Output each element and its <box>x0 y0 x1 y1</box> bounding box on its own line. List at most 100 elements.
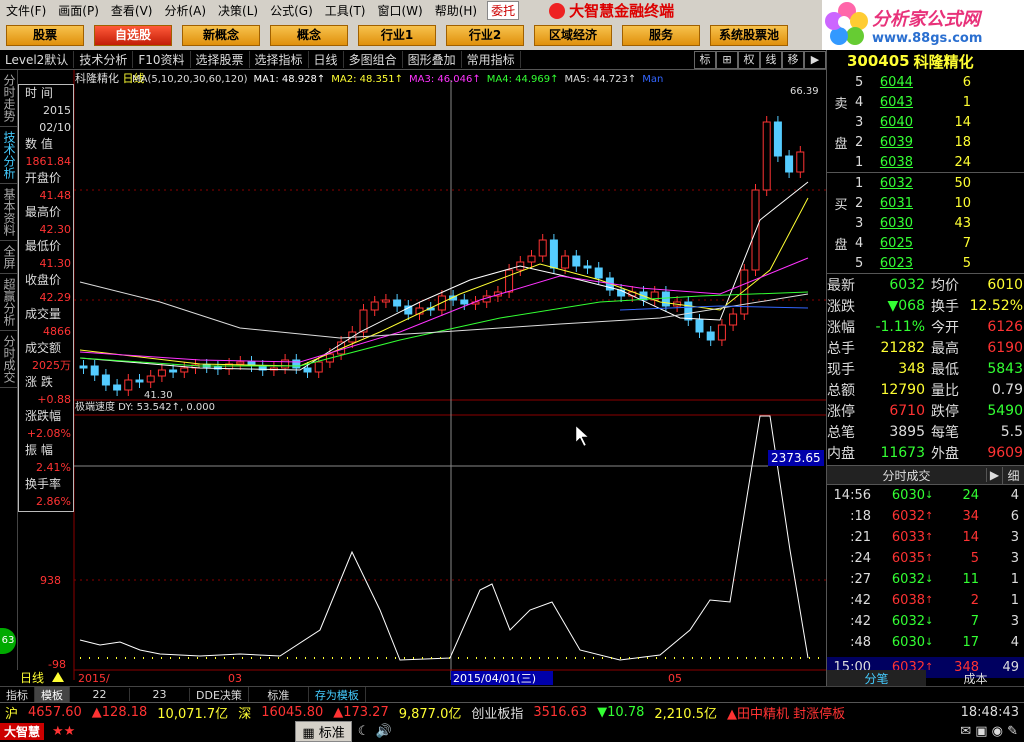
line-icon[interactable]: 线 <box>760 50 782 69</box>
site-title: 分析家公式网 <box>872 8 980 30</box>
tab-fullscreen[interactable]: 全屏 <box>0 241 18 274</box>
bottom-tab-indicator[interactable]: 指标 <box>0 686 35 703</box>
kline-chart[interactable]: 科隆精化 日线 MA(5,10,20,30,60,120) MA1: 48.928… <box>0 70 826 686</box>
play-icon[interactable]: ▶ <box>804 50 826 69</box>
nav-industry2-button[interactable]: 行业2 <box>446 25 524 46</box>
indicator-legend: 极端速度 DY: 53.542↑, 0.000 <box>75 400 215 413</box>
tick-trades-header: 分时成交 ▶ 细 <box>827 465 1024 485</box>
ticker-item: ▼10.78 <box>597 705 645 720</box>
nav-system-pool-button[interactable]: 系统股票池 <box>710 25 788 46</box>
moon-icon[interactable]: ☾ <box>358 724 370 739</box>
bottom-tab-standard[interactable]: 标准 <box>249 686 309 703</box>
tick-row: :18 6032 ↑ 34 6 <box>850 509 1019 524</box>
nav-watchlist-button[interactable]: 自选股 <box>94 25 172 46</box>
menu-window[interactable]: 窗口(W) <box>371 2 428 19</box>
grid-small-icon: ▦ <box>302 726 315 741</box>
nav-concept-button[interactable]: 概念 <box>270 25 348 46</box>
menu-screen[interactable]: 画面(P) <box>52 2 105 19</box>
buy-level-3[interactable]: 3 6030 43 <box>827 213 1024 233</box>
menu-analysis[interactable]: 分析(A) <box>158 2 212 19</box>
sell-level-1[interactable]: 1 6038 24 <box>827 152 1024 172</box>
ticker-item: 18:48:43 <box>960 705 1019 720</box>
toolbar-tech-analysis[interactable]: 技术分析 <box>74 51 134 68</box>
menu-tools[interactable]: 工具(T) <box>319 2 372 19</box>
toolbar-select-indicator[interactable]: 选择指标 <box>250 51 309 68</box>
date-label-0: 2015/ <box>78 672 110 685</box>
quote-row: 最新 6032 均价 6010 <box>827 276 1023 294</box>
tick-detail-button[interactable]: 细 <box>1002 466 1024 484</box>
quote-row: 总笔 3895 每笔 5.5 <box>827 423 1023 441</box>
status-bar: 沪 4657.60 ▲128.18 10,071.7亿深 16045.80 ▲173.27… <box>0 702 1024 742</box>
stock-code: 300405 <box>847 52 910 70</box>
cursor-info-box: 时 间 2015 02/10 数 值 1861.84 开盘价 41.48 最高价 42.30 最低… <box>18 84 74 512</box>
tab-super-analysis[interactable]: 超赢分析 <box>0 274 18 331</box>
tab-cost[interactable]: 成本 <box>926 670 1024 686</box>
buy-level-4[interactable]: 盘 4 6025 7 <box>827 233 1024 253</box>
price-low-label: 41.30 <box>144 390 173 401</box>
nav-industry1-button[interactable]: 行业1 <box>358 25 436 46</box>
info-label: 收盘价 <box>25 273 62 287</box>
quote-bottom-tabs: 分笔 成本 <box>827 670 1024 686</box>
tab-ticks[interactable]: 分笔 <box>827 670 926 686</box>
mark-icon[interactable]: 标 <box>694 50 716 69</box>
date-label-cursor: 2015/04/01(三) <box>453 672 536 685</box>
tick-expand-icon[interactable]: ▶ <box>986 468 1002 482</box>
info-value: 2.86% <box>36 495 71 508</box>
tab-intraday[interactable]: 分时走势 <box>0 70 18 127</box>
rights-icon[interactable]: 权 <box>738 50 760 69</box>
entrust-button[interactable]: 委托 <box>487 1 520 20</box>
menu-file[interactable]: 文件(F) <box>0 2 52 19</box>
order-price: 6043 <box>879 94 913 110</box>
menu-decision[interactable]: 决策(L) <box>212 2 264 19</box>
nav-region-button[interactable]: 区域经济 <box>534 25 612 46</box>
arrow-up-icon: ↑ <box>925 532 934 543</box>
grid-icon[interactable]: ⊞ <box>716 50 738 69</box>
info-value: +2.08% <box>26 427 71 440</box>
bottom-tab-23[interactable]: 23 <box>130 688 190 701</box>
quote-panel: 300405 科隆精化 5 6044 6 卖 4 6043 1 3 6040 14 盘 2 6039 18… <box>826 50 1024 686</box>
mode-button[interactable]: ▦ 标准 <box>295 721 352 742</box>
buy-level-1[interactable]: 1 6032 50 <box>827 173 1024 193</box>
toolbar-level2[interactable]: Level2默认 <box>0 51 75 68</box>
index-ticker: 沪 4657.60 ▲128.18 10,071.7亿深 16045.80 ▲173.27… <box>0 703 1024 722</box>
menu-view[interactable]: 查看(V) <box>105 2 159 19</box>
chart-toolbar: Level2默认 技术分析 F10资料 选择股票 选择指标 日线 多图组合 图形… <box>0 50 826 70</box>
move-icon[interactable]: 移 <box>782 50 804 69</box>
order-qty: 50 <box>954 175 971 191</box>
toolbar-overlay[interactable]: 图形叠加 <box>403 51 462 68</box>
left-tab-strip: 分时走势 技术分析 基本资料 全屏 超赢分析 分时成交 <box>0 70 18 670</box>
quote-row: 内盘 11673 外盘 9609 <box>827 444 1023 462</box>
tray-icons: ✉ ▣ ◉ ✎ <box>960 724 1018 739</box>
sell-level-3[interactable]: 3 6040 14 <box>827 112 1024 132</box>
menu-formula[interactable]: 公式(G) <box>264 2 319 19</box>
bottom-tab-template[interactable]: 模板 <box>35 686 70 703</box>
tab-fundamentals[interactable]: 基本资料 <box>0 184 18 241</box>
tick-row: 14:56 6030 ↓ 24 4 <box>833 488 1019 503</box>
speaker-icon[interactable]: 🔊 <box>375 724 391 739</box>
sell-level-4[interactable]: 卖 4 6043 1 <box>827 92 1024 112</box>
buy-level-2[interactable]: 买 2 6031 10 <box>827 193 1024 213</box>
bottom-tab-dde[interactable]: DDE决策 <box>190 686 249 703</box>
toolbar-select-stock[interactable]: 选择股票 <box>191 51 250 68</box>
buy-level-5[interactable]: 5 6023 5 <box>827 253 1024 273</box>
menu-help[interactable]: 帮助(H) <box>429 2 483 19</box>
toolbar-daily[interactable]: 日线 <box>309 51 344 68</box>
toolbar-common-indicator[interactable]: 常用指标 <box>462 51 521 68</box>
nav-service-button[interactable]: 服务 <box>622 25 700 46</box>
bottom-tab-22[interactable]: 22 <box>70 688 130 701</box>
arrow-down-icon: ↓ <box>925 637 934 648</box>
nav-new-concept-button[interactable]: 新概念 <box>182 25 260 46</box>
order-price: 6030 <box>879 215 913 231</box>
tab-tick-trades[interactable]: 分时成交 <box>0 331 18 388</box>
info-label: 数 值 <box>25 137 53 151</box>
toolbar-f10[interactable]: F10资料 <box>133 51 191 68</box>
sell-level-2[interactable]: 盘 2 6039 18 <box>827 132 1024 152</box>
toolbar-multi-chart[interactable]: 多图组合 <box>344 51 403 68</box>
order-qty: 6 <box>962 74 971 90</box>
tick-row: :24 6035 ↑ 5 3 <box>850 551 1019 566</box>
nav-stocks-button[interactable]: 股票 <box>6 25 84 46</box>
tab-technical[interactable]: 技术分析 <box>0 127 18 184</box>
tick-trades-list: 14:56 6030 ↓ 24 4:18 6032 ↑ 34 6:21 6033 ↑ 14 3:24 60… <box>827 485 1024 678</box>
save-template-button[interactable]: 存为模板 <box>309 686 366 703</box>
sell-level-5[interactable]: 5 6044 6 <box>827 72 1024 92</box>
